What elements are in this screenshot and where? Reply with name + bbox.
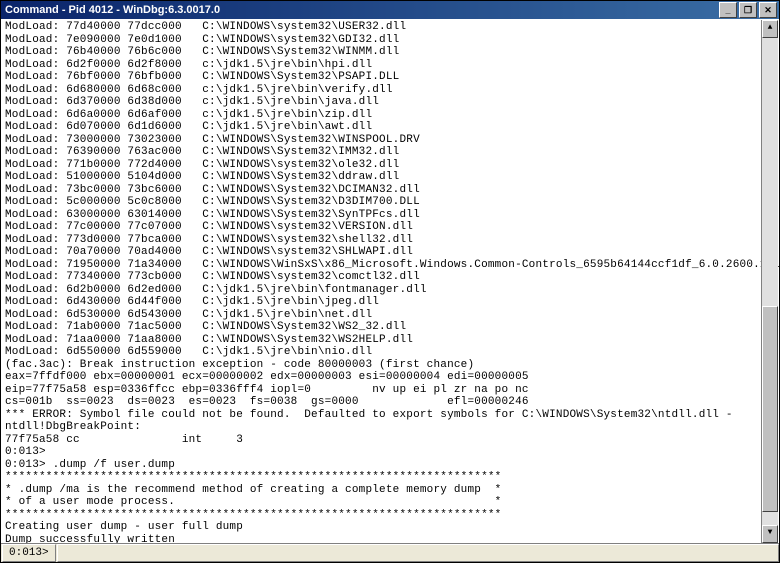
console-line: cs=001b ss=0023 ds=0023 es=0023 fs=0038 … — [5, 396, 775, 409]
close-button[interactable]: ✕ — [759, 2, 777, 18]
status-prompt: 0:013> — [2, 544, 56, 562]
console-line: ModLoad: 76bf0000 76bfb000 C:\WINDOWS\Sy… — [5, 71, 775, 84]
console-line: ****************************************… — [5, 509, 775, 522]
window-title: Command - Pid 4012 - WinDbg:6.3.0017.0 — [5, 4, 719, 16]
window-controls: _ ❐ ✕ — [719, 2, 777, 18]
console-line: ModLoad: 6d2f0000 6d2f8000 c:\jdk1.5\jre… — [5, 59, 775, 72]
console-line: Creating user dump - user full dump — [5, 521, 775, 534]
console-line: eax=7ffdf000 ebx=00000001 ecx=00000002 e… — [5, 371, 775, 384]
scroll-down-button[interactable]: ▼ — [762, 525, 778, 543]
console-line: ModLoad: 6d530000 6d543000 C:\jdk1.5\jre… — [5, 309, 775, 322]
console-line: ModLoad: 77c00000 77c07000 C:\WINDOWS\sy… — [5, 221, 775, 234]
console-line: 0:013> .dump /f user.dump — [5, 459, 775, 472]
console-line: ModLoad: 71ab0000 71ac5000 C:\WINDOWS\Sy… — [5, 321, 775, 334]
scroll-track[interactable] — [762, 38, 778, 525]
console-line: *** ERROR: Symbol file could not be foun… — [5, 409, 775, 422]
console-line: eip=77f75a58 esp=0336ffcc ebp=0336fff4 i… — [5, 384, 775, 397]
vertical-scrollbar[interactable]: ▲ ▼ — [761, 20, 778, 543]
console-line: ModLoad: 7e090000 7e0d1000 C:\WINDOWS\sy… — [5, 34, 775, 47]
console-line: ModLoad: 51000000 5104d000 C:\WINDOWS\Sy… — [5, 171, 775, 184]
console-line: ModLoad: 771b0000 772d4000 C:\WINDOWS\sy… — [5, 159, 775, 172]
console-line: ModLoad: 5c000000 5c0c8000 C:\WINDOWS\Sy… — [5, 196, 775, 209]
console-line: ModLoad: 6d070000 6d1d6000 C:\jdk1.5\jre… — [5, 121, 775, 134]
maximize-button[interactable]: ❐ — [739, 2, 757, 18]
console-line: 77f75a58 cc int 3 — [5, 434, 775, 447]
console-output[interactable]: ModLoad: 77d40000 77dcc000 C:\WINDOWS\sy… — [1, 19, 779, 543]
console-line: ModLoad: 77d40000 77dcc000 C:\WINDOWS\sy… — [5, 21, 775, 34]
windbg-command-window: Command - Pid 4012 - WinDbg:6.3.0017.0 _… — [0, 0, 780, 563]
console-line: * of a user mode process. * — [5, 496, 775, 509]
console-line: ModLoad: 77340000 773cb000 C:\WINDOWS\sy… — [5, 271, 775, 284]
console-line: ModLoad: 76390000 763ac000 C:\WINDOWS\Sy… — [5, 146, 775, 159]
status-empty-panel — [57, 544, 779, 562]
console-line: * .dump /ma is the recommend method of c… — [5, 484, 775, 497]
statusbar: 0:013> — [1, 543, 779, 562]
console-line: ModLoad: 6d2b0000 6d2ed000 C:\jdk1.5\jre… — [5, 284, 775, 297]
console-line: Dump successfully written — [5, 534, 775, 544]
titlebar[interactable]: Command - Pid 4012 - WinDbg:6.3.0017.0 _… — [1, 1, 779, 19]
console-line: ModLoad: 6d680000 6d68c000 c:\jdk1.5\jre… — [5, 84, 775, 97]
console-line: 0:013> — [5, 446, 775, 459]
console-line: ModLoad: 71950000 71a34000 C:\WINDOWS\Wi… — [5, 259, 775, 272]
console-line: ModLoad: 73bc0000 73bc6000 C:\WINDOWS\Sy… — [5, 184, 775, 197]
console-line: ModLoad: 63000000 63014000 C:\WINDOWS\Sy… — [5, 209, 775, 222]
console-line: ntdll!DbgBreakPoint: — [5, 421, 775, 434]
console-line: (fac.3ac): Break instruction exception -… — [5, 359, 775, 372]
console-line: ModLoad: 6d6a0000 6d6af000 c:\jdk1.5\jre… — [5, 109, 775, 122]
console-line: ModLoad: 6d370000 6d38d000 c:\jdk1.5\jre… — [5, 96, 775, 109]
console-line: ModLoad: 71aa0000 71aa8000 C:\WINDOWS\Sy… — [5, 334, 775, 347]
console-line: ModLoad: 6d430000 6d44f000 C:\jdk1.5\jre… — [5, 296, 775, 309]
scroll-up-button[interactable]: ▲ — [762, 20, 778, 38]
console-line: ModLoad: 70a70000 70ad4000 C:\WINDOWS\sy… — [5, 246, 775, 259]
minimize-button[interactable]: _ — [719, 2, 737, 18]
console-line: ModLoad: 73000000 73023000 C:\WINDOWS\Sy… — [5, 134, 775, 147]
scroll-thumb[interactable] — [762, 306, 778, 513]
console-line: ModLoad: 6d550000 6d559000 C:\jdk1.5\jre… — [5, 346, 775, 359]
console-line: ModLoad: 773d0000 77bca000 C:\WINDOWS\sy… — [5, 234, 775, 247]
console-line: ****************************************… — [5, 471, 775, 484]
console-line: ModLoad: 76b40000 76b6c000 C:\WINDOWS\Sy… — [5, 46, 775, 59]
